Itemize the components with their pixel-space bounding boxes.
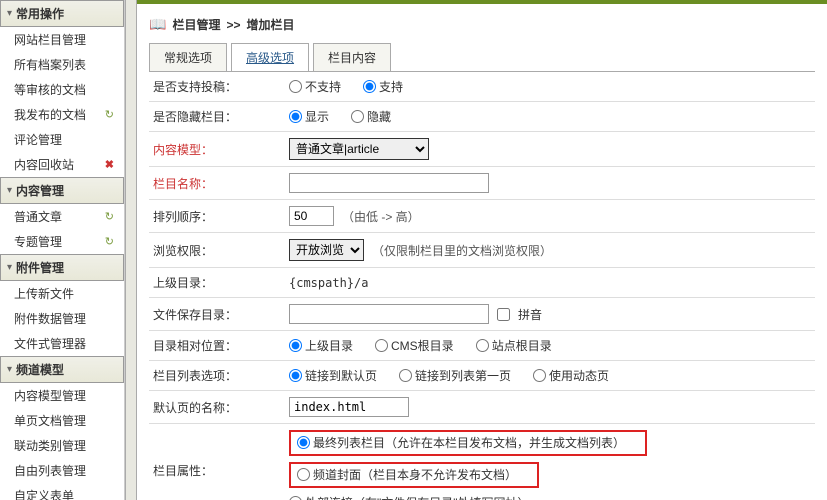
radio-attr-finallist[interactable] bbox=[297, 436, 310, 449]
select-content-model[interactable]: 普通文章|article bbox=[289, 138, 429, 160]
select-browse-perm[interactable]: 开放浏览 bbox=[289, 239, 364, 261]
chevron-down-icon: ▾ bbox=[7, 8, 12, 19]
input-default-page[interactable] bbox=[289, 397, 409, 417]
label-tougao: 是否支持投稿： bbox=[149, 78, 289, 95]
sidebar-item-label: 网站栏目管理 bbox=[14, 31, 86, 48]
chevron-down-icon: ▾ bbox=[7, 364, 12, 375]
sidebar-item[interactable]: 内容模型管理 bbox=[0, 383, 124, 408]
sidebar-item-label: 所有档案列表 bbox=[14, 56, 86, 73]
main-content: 📖 栏目管理 >> 增加栏目 常规选项 高级选项 栏目内容 是否支持投稿： 不支… bbox=[137, 0, 827, 500]
label-parent: 上级目录： bbox=[149, 274, 289, 291]
sidebar-item-label: 内容回收站 bbox=[14, 156, 74, 173]
label-name: 栏目名称： bbox=[149, 175, 289, 192]
radio-hidden-show[interactable] bbox=[289, 110, 302, 123]
sidebar-item-label: 普通文章 bbox=[14, 208, 62, 225]
sidebar-group-header[interactable]: ▾内容管理 bbox=[0, 177, 124, 204]
sidebar-item-label: 等审核的文档 bbox=[14, 81, 86, 98]
breadcrumb-b: 增加栏目 bbox=[246, 16, 294, 33]
input-save-dir[interactable] bbox=[289, 304, 489, 324]
sidebar-item[interactable]: 网站栏目管理 bbox=[0, 27, 124, 52]
label-hidden: 是否隐藏栏目： bbox=[149, 108, 289, 125]
book-icon: 📖 bbox=[149, 16, 166, 33]
sidebar-item[interactable]: 单页文档管理 bbox=[0, 408, 124, 433]
label-order: 排列顺序： bbox=[149, 208, 289, 225]
hint-perm: （仅限制栏目里的文档浏览权限） bbox=[372, 242, 552, 259]
radio-listopt-dynamic[interactable] bbox=[533, 369, 546, 382]
sidebar-item[interactable]: 评论管理 bbox=[0, 127, 124, 152]
breadcrumb-a[interactable]: 栏目管理 bbox=[172, 16, 220, 33]
radio-attr-channel[interactable] bbox=[297, 468, 310, 481]
hint-order: （由低 -> 高） bbox=[342, 208, 420, 225]
sidebar-item-label: 专题管理 bbox=[14, 233, 62, 250]
sidebar-item-label: 评论管理 bbox=[14, 131, 62, 148]
label-pinyin: 拼音 bbox=[518, 306, 542, 323]
sidebar-item[interactable]: 普通文章 ↻ bbox=[0, 204, 124, 229]
sidebar-item-label: 自定义表单 bbox=[14, 487, 74, 500]
tab-content[interactable]: 栏目内容 bbox=[313, 43, 391, 71]
sidebar-item-label: 上传新文件 bbox=[14, 285, 74, 302]
chevron-down-icon: ▾ bbox=[7, 185, 12, 196]
input-column-name[interactable] bbox=[289, 173, 489, 193]
radio-relpos-siteroot[interactable] bbox=[476, 339, 489, 352]
vertical-splitter[interactable] bbox=[125, 0, 137, 500]
label-default: 默认页的名称： bbox=[149, 399, 289, 416]
sidebar-item[interactable]: 附件数据管理 bbox=[0, 306, 124, 331]
sidebar-item[interactable]: 文件式管理器 bbox=[0, 331, 124, 356]
refresh-icon[interactable]: ↻ bbox=[105, 210, 114, 223]
label-perm: 浏览权限： bbox=[149, 242, 289, 259]
label-attr: 栏目属性： bbox=[149, 462, 289, 479]
input-sort-order[interactable] bbox=[289, 206, 334, 226]
radio-listopt-default[interactable] bbox=[289, 369, 302, 382]
sidebar-item-label: 我发布的文档 bbox=[14, 106, 86, 123]
sidebar-item[interactable]: 自由列表管理 bbox=[0, 458, 124, 483]
radio-attr-external[interactable] bbox=[289, 496, 302, 500]
close-icon[interactable]: ✖ bbox=[105, 158, 114, 171]
sidebar-item[interactable]: 等审核的文档 bbox=[0, 77, 124, 102]
label-savedir: 文件保存目录： bbox=[149, 306, 289, 323]
tab-advanced[interactable]: 高级选项 bbox=[231, 43, 309, 71]
label-listopt: 栏目列表选项： bbox=[149, 367, 289, 384]
sidebar-item[interactable]: 我发布的文档 ↻ bbox=[0, 102, 124, 127]
sidebar-item[interactable]: 联动类别管理 bbox=[0, 433, 124, 458]
radio-relpos-parent[interactable] bbox=[289, 339, 302, 352]
sidebar-group-header[interactable]: ▾频道模型 bbox=[0, 356, 124, 383]
sidebar-item-label: 文件式管理器 bbox=[14, 335, 86, 352]
sidebar-item[interactable]: 内容回收站 ✖ bbox=[0, 152, 124, 177]
chevron-down-icon: ▾ bbox=[7, 262, 12, 273]
sidebar-item[interactable]: 专题管理 ↻ bbox=[0, 229, 124, 254]
sidebar-item[interactable]: 上传新文件 bbox=[0, 281, 124, 306]
radio-listopt-first[interactable] bbox=[399, 369, 412, 382]
checkbox-pinyin[interactable] bbox=[497, 308, 510, 321]
sidebar-item-label: 自由列表管理 bbox=[14, 462, 86, 479]
tabs: 常规选项 高级选项 栏目内容 bbox=[149, 43, 815, 72]
form-body: 是否支持投稿： 不支持 支持 是否隐藏栏目： 显示 隐藏 内容模型： 普通文章|… bbox=[149, 72, 815, 500]
radio-tougao-yes[interactable] bbox=[363, 80, 376, 93]
sidebar-group-header[interactable]: ▾附件管理 bbox=[0, 254, 124, 281]
breadcrumb-sep: >> bbox=[226, 18, 240, 32]
sidebar-item-label: 附件数据管理 bbox=[14, 310, 86, 327]
label-model: 内容模型： bbox=[149, 141, 289, 158]
sidebar: ▾常用操作网站栏目管理所有档案列表等审核的文档我发布的文档 ↻ 评论管理内容回收站 ✖… bbox=[0, 0, 125, 500]
label-relpos: 目录相对位置： bbox=[149, 337, 289, 354]
sidebar-group-header[interactable]: ▾常用操作 bbox=[0, 0, 124, 27]
breadcrumb: 📖 栏目管理 >> 增加栏目 bbox=[149, 12, 815, 43]
value-parent-dir: {cmspath}/a bbox=[289, 276, 368, 290]
top-accent-bar bbox=[137, 0, 827, 4]
tab-general[interactable]: 常规选项 bbox=[149, 43, 227, 71]
refresh-icon[interactable]: ↻ bbox=[105, 108, 114, 121]
sidebar-item-label: 单页文档管理 bbox=[14, 412, 86, 429]
sidebar-item-label: 内容模型管理 bbox=[14, 387, 86, 404]
sidebar-item-label: 联动类别管理 bbox=[14, 437, 86, 454]
sidebar-item[interactable]: 所有档案列表 bbox=[0, 52, 124, 77]
refresh-icon[interactable]: ↻ bbox=[105, 235, 114, 248]
radio-tougao-no[interactable] bbox=[289, 80, 302, 93]
radio-hidden-hide[interactable] bbox=[351, 110, 364, 123]
radio-relpos-cmsroot[interactable] bbox=[375, 339, 388, 352]
sidebar-item[interactable]: 自定义表单 bbox=[0, 483, 124, 500]
